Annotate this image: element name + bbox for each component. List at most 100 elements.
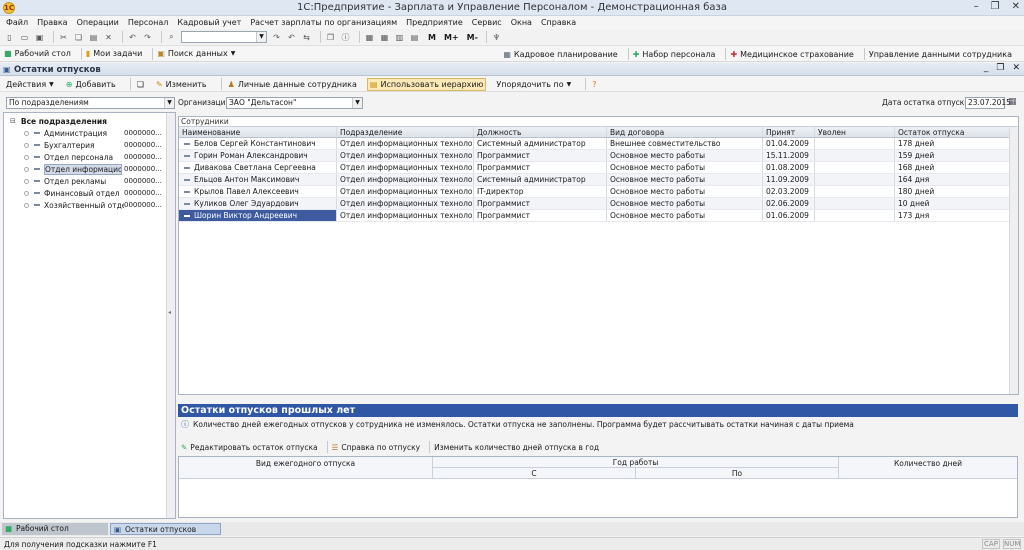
calendar-icon[interactable]: ▦ (1008, 97, 1017, 107)
undo-icon[interactable]: ↶ (127, 32, 138, 43)
doc-close-icon[interactable]: ✕ (1012, 63, 1020, 73)
col-fired[interactable]: Уволен (815, 127, 895, 137)
new-document-icon[interactable]: ▯ (4, 32, 15, 43)
grid-scrollbar[interactable] (1009, 128, 1018, 394)
add-button[interactable]: ⊕ Добавить (64, 79, 118, 90)
copy-row-button[interactable]: ❏ (135, 79, 146, 90)
organization-select[interactable]: ЗАО "Дельтасон" ▼ (226, 97, 363, 109)
my-tasks-button[interactable]: ▮ Мои задачи (86, 49, 142, 58)
table-row[interactable]: Белов Сергей Константинович Отдел информ… (179, 138, 1018, 150)
chevron-down-icon[interactable]: ▼ (164, 98, 174, 108)
desktop-button[interactable]: ■ Рабочий стол (4, 49, 71, 58)
table-row[interactable]: Ельцов Антон Максимович Отдел информацио… (179, 174, 1018, 186)
search-combo[interactable]: ▼ (181, 31, 267, 43)
col-vacation-type[interactable]: Вид ежегодного отпуска (179, 457, 433, 479)
calendar-icon[interactable]: ▦ (364, 32, 375, 43)
minimize-icon[interactable]: – (974, 1, 979, 12)
tree-item[interactable]: Администрация 0000000... (4, 127, 175, 139)
copy-icon[interactable]: ❏ (73, 32, 84, 43)
use-hierarchy-toggle[interactable]: ▤ Использовать иерархию (366, 77, 487, 91)
open-icon[interactable]: ▭ (19, 32, 30, 43)
table-row[interactable]: Горин Роман Александрович Отдел информац… (179, 150, 1018, 162)
col-name[interactable]: Наименование (179, 127, 337, 137)
maximize-icon[interactable]: ❐ (991, 1, 1000, 12)
table-row[interactable]: Куликов Олег Эдуардович Отдел информацио… (179, 198, 1018, 210)
col-contract[interactable]: Вид договора (607, 127, 763, 137)
memory-m-button[interactable]: M (428, 33, 436, 42)
tools-icon[interactable]: ♆ (491, 32, 502, 43)
doc-restore-icon[interactable]: ❐ (996, 63, 1004, 73)
actions-menu-button[interactable]: Действия ▼ (4, 79, 56, 90)
tree-scrollbar[interactable]: ◂ (166, 113, 175, 518)
collapse-icon[interactable]: ⊟ (10, 117, 16, 125)
col-balance[interactable]: Остаток отпуска (895, 127, 1018, 137)
save-icon[interactable]: ▣ (34, 32, 45, 43)
recruitment-button[interactable]: ✚ Набор персонала (633, 50, 716, 59)
doc-minimize-icon[interactable]: _ (984, 63, 989, 73)
col-days-count[interactable]: Количество дней (839, 457, 1017, 479)
chevron-down-icon[interactable]: ▼ (256, 32, 266, 42)
tree-item[interactable]: Финансовый отдел 0000000... (4, 187, 175, 199)
info-icon[interactable]: ⓘ (340, 32, 351, 43)
date-input[interactable]: 23.07.2015 (965, 97, 1011, 109)
edit-button[interactable]: ✎ Изменить (154, 79, 209, 90)
person-icon: ♟ (227, 79, 235, 89)
tab-vacation-balances[interactable]: ▣ Остатки отпусков (110, 523, 221, 535)
col-from[interactable]: С (433, 468, 636, 479)
menu-enterprise[interactable]: Предприятие (406, 18, 463, 27)
windows-icon[interactable]: ❐ (325, 32, 336, 43)
sort-by-button[interactable]: Упорядочить по ▼ (494, 79, 573, 90)
tree-item[interactable]: Бухгалтерия 0000000... (4, 139, 175, 151)
memory-mplus-button[interactable]: M+ (444, 33, 459, 42)
menu-payroll[interactable]: Расчет зарплаты по организациям (250, 18, 397, 27)
close-icon[interactable]: ✕ (1012, 1, 1020, 12)
employee-data-button[interactable]: Управление данными сотрудника (869, 50, 1012, 59)
menu-edit[interactable]: Правка (37, 18, 67, 27)
grouping-select[interactable]: По подразделениям ▼ (6, 97, 175, 109)
paste-icon[interactable]: ▤ (88, 32, 99, 43)
find-next-icon[interactable]: ↷ (271, 32, 282, 43)
col-position[interactable]: Должность (474, 127, 607, 137)
staff-planning-button[interactable]: ▦ Кадровое планирование (503, 50, 617, 59)
replace-icon[interactable]: ⇆ (301, 32, 312, 43)
redo-icon[interactable]: ↷ (142, 32, 153, 43)
tab-desktop[interactable]: ■ Рабочий стол (2, 523, 108, 535)
edit-balance-button[interactable]: Редактировать остаток отпуска (190, 443, 317, 452)
copy-table-icon[interactable]: ▤ (409, 32, 420, 43)
tree-item[interactable]: Хозяйственный отдел 0000000... (4, 199, 175, 211)
menu-windows[interactable]: Окна (511, 18, 532, 27)
col-department[interactable]: Подразделение (337, 127, 474, 137)
help-button[interactable]: ? (590, 79, 598, 90)
past-balances-grid: Вид ежегодного отпуска Год работы С По К… (178, 456, 1018, 518)
menu-help[interactable]: Справка (541, 18, 576, 27)
cut-icon[interactable]: ✂ (58, 32, 69, 43)
col-to[interactable]: По (636, 468, 839, 479)
data-search-button[interactable]: ▣ Поиск данных ▼ (157, 49, 235, 58)
table-row[interactable]: Дивакова Светлана Сергеевна Отдел информ… (179, 162, 1018, 174)
table-icon[interactable]: ▥ (394, 32, 405, 43)
search-icon[interactable]: ⌕ (166, 32, 177, 43)
menu-file[interactable]: Файл (6, 18, 28, 27)
change-days-button[interactable]: Изменить количество дней отпуска в год (434, 443, 599, 452)
tree-root[interactable]: ⊟ Все подразделения (4, 115, 175, 127)
tree-item[interactable]: Отдел рекламы 0000000... (4, 175, 175, 187)
tree-item[interactable]: Отдел персонала 0000000... (4, 151, 175, 163)
medical-insurance-button[interactable]: ✚ Медицинское страхование (730, 50, 853, 59)
delete-icon[interactable]: ✕ (103, 32, 114, 43)
scroll-arrow-icon[interactable]: ◂ (168, 309, 171, 316)
table-row[interactable]: Крылов Павел Алексеевич Отдел информацио… (179, 186, 1018, 198)
menu-hr[interactable]: Кадровый учет (177, 18, 241, 27)
chevron-down-icon[interactable]: ▼ (352, 98, 362, 108)
vacation-help-button[interactable]: Справка по отпуску (341, 443, 420, 452)
menu-service[interactable]: Сервис (472, 18, 502, 27)
menu-operations[interactable]: Операции (77, 18, 119, 27)
calculator-icon[interactable]: ▦ (379, 32, 390, 43)
tree-item-selected[interactable]: Отдел информацион... 0000000... (4, 163, 175, 175)
find-prev-icon[interactable]: ↶ (286, 32, 297, 43)
col-hired[interactable]: Принят (763, 127, 815, 137)
memory-mminus-button[interactable]: M- (467, 33, 478, 42)
table-row-selected[interactable]: Шорин Виктор Андреевич Отдел информацион… (179, 210, 1018, 222)
menu-personnel[interactable]: Персонал (128, 18, 169, 27)
personal-data-button[interactable]: ♟ Личные данные сотрудника (226, 79, 359, 90)
col-work-year[interactable]: Год работы (433, 457, 839, 468)
